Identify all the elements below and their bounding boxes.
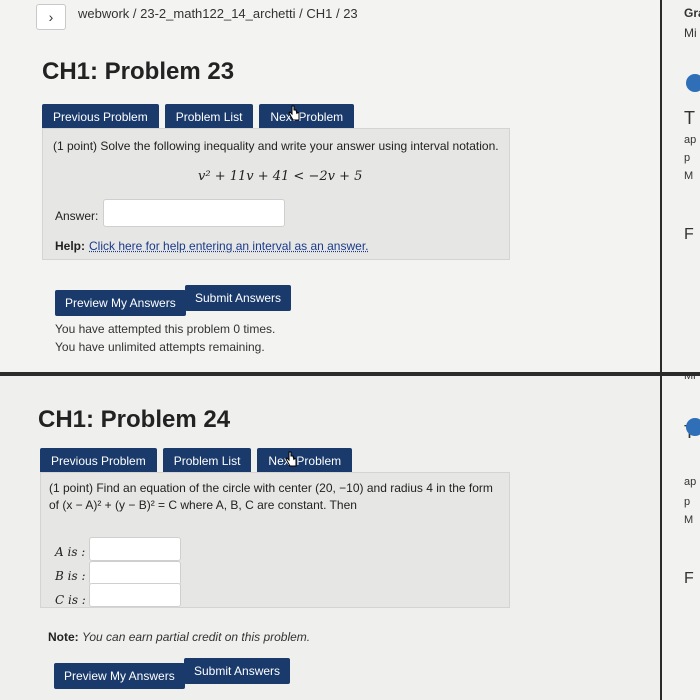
- sidebar-text: p: [684, 152, 691, 164]
- problem-panel: (1 point) Find an equation of the circle…: [40, 472, 510, 608]
- field-label-c: C is :: [55, 593, 86, 607]
- page-title: CH1: Problem 24: [38, 406, 231, 433]
- sidebar-text: p: [684, 496, 691, 508]
- problem-23-page: › webwork / 23-2_math122_14_archetti / C…: [0, 0, 660, 372]
- sidebar-text: M: [684, 514, 694, 526]
- preview-answers-button[interactable]: Preview My Answers: [55, 290, 186, 316]
- problem-prompt: (1 point) Solve the following inequality…: [53, 139, 499, 153]
- page-title: CH1: Problem 23: [42, 58, 235, 85]
- sidebar-badge-icon[interactable]: [686, 74, 700, 92]
- hand-cursor-icon: [288, 105, 300, 121]
- next-problem-button[interactable]: Next Problem: [257, 448, 353, 474]
- help-label: Help:: [55, 239, 85, 253]
- problem-list-button[interactable]: Problem List: [164, 104, 254, 130]
- inequality-equation: v² + 11v + 41 < −2v + 5: [198, 169, 363, 184]
- c-input[interactable]: [89, 583, 181, 607]
- sidebar-text: Mi: [684, 26, 697, 40]
- note-text: You can earn partial credit on this prob…: [82, 630, 311, 644]
- problem-panel: (1 point) Solve the following inequality…: [42, 128, 510, 260]
- problem-prompt-continued: of (x − A)² + (y − B)² = C where A, B, C…: [49, 498, 357, 512]
- help-link[interactable]: Click here for help entering an interval…: [89, 239, 369, 253]
- problem-24-page: CH1: Problem 24 Previous Problem Problem…: [0, 376, 660, 700]
- breadcrumb-bar: › webwork / 23-2_math122_14_archetti / C…: [0, 0, 660, 30]
- problem-list-button[interactable]: Problem List: [162, 448, 252, 474]
- sidebar-text: ap: [684, 476, 697, 488]
- next-problem-button[interactable]: Next Problem: [259, 104, 355, 130]
- previous-problem-button[interactable]: Previous Problem: [40, 448, 157, 474]
- breadcrumb[interactable]: webwork / 23-2_math122_14_archetti / CH1…: [78, 6, 358, 21]
- b-input[interactable]: [89, 561, 181, 585]
- previous-problem-button[interactable]: Previous Problem: [42, 104, 159, 130]
- answer-label: Answer:: [55, 209, 99, 223]
- right-sidebar-top: Gra Mi T ap p M F: [662, 0, 700, 372]
- field-label-b: B is :: [55, 569, 86, 583]
- sidebar-text: T: [684, 108, 695, 128]
- submit-answers-button[interactable]: Submit Answers: [184, 658, 291, 684]
- sidebar-text: Mi: [684, 376, 696, 382]
- submit-answers-button[interactable]: Submit Answers: [185, 285, 292, 311]
- problem-prompt: (1 point) Find an equation of the circle…: [49, 481, 493, 495]
- sidebar-text: F: [684, 226, 694, 243]
- problem-nav-tabs: Previous Problem Problem List Next Probl…: [42, 104, 355, 130]
- sidebar-text: M: [684, 170, 694, 182]
- sidebar-text: ap: [684, 134, 697, 146]
- problem-nav-tabs: Previous Problem Problem List Next Probl…: [40, 448, 353, 474]
- note-label: Note:: [48, 630, 79, 644]
- hand-cursor-icon: [285, 451, 297, 467]
- answer-input[interactable]: [103, 199, 285, 227]
- preview-answers-button[interactable]: Preview My Answers: [54, 663, 185, 689]
- chevron-right-icon[interactable]: ›: [36, 4, 66, 30]
- a-input[interactable]: [89, 537, 181, 561]
- sidebar-text: F: [684, 570, 694, 587]
- attempts-remaining: You have unlimited attempts remaining.: [55, 340, 265, 354]
- attempts-status: You have attempted this problem 0 times.: [55, 322, 276, 336]
- field-label-a: A is :: [55, 545, 86, 559]
- sidebar-badge-icon[interactable]: [686, 418, 700, 436]
- sidebar-heading: Gra: [684, 6, 700, 20]
